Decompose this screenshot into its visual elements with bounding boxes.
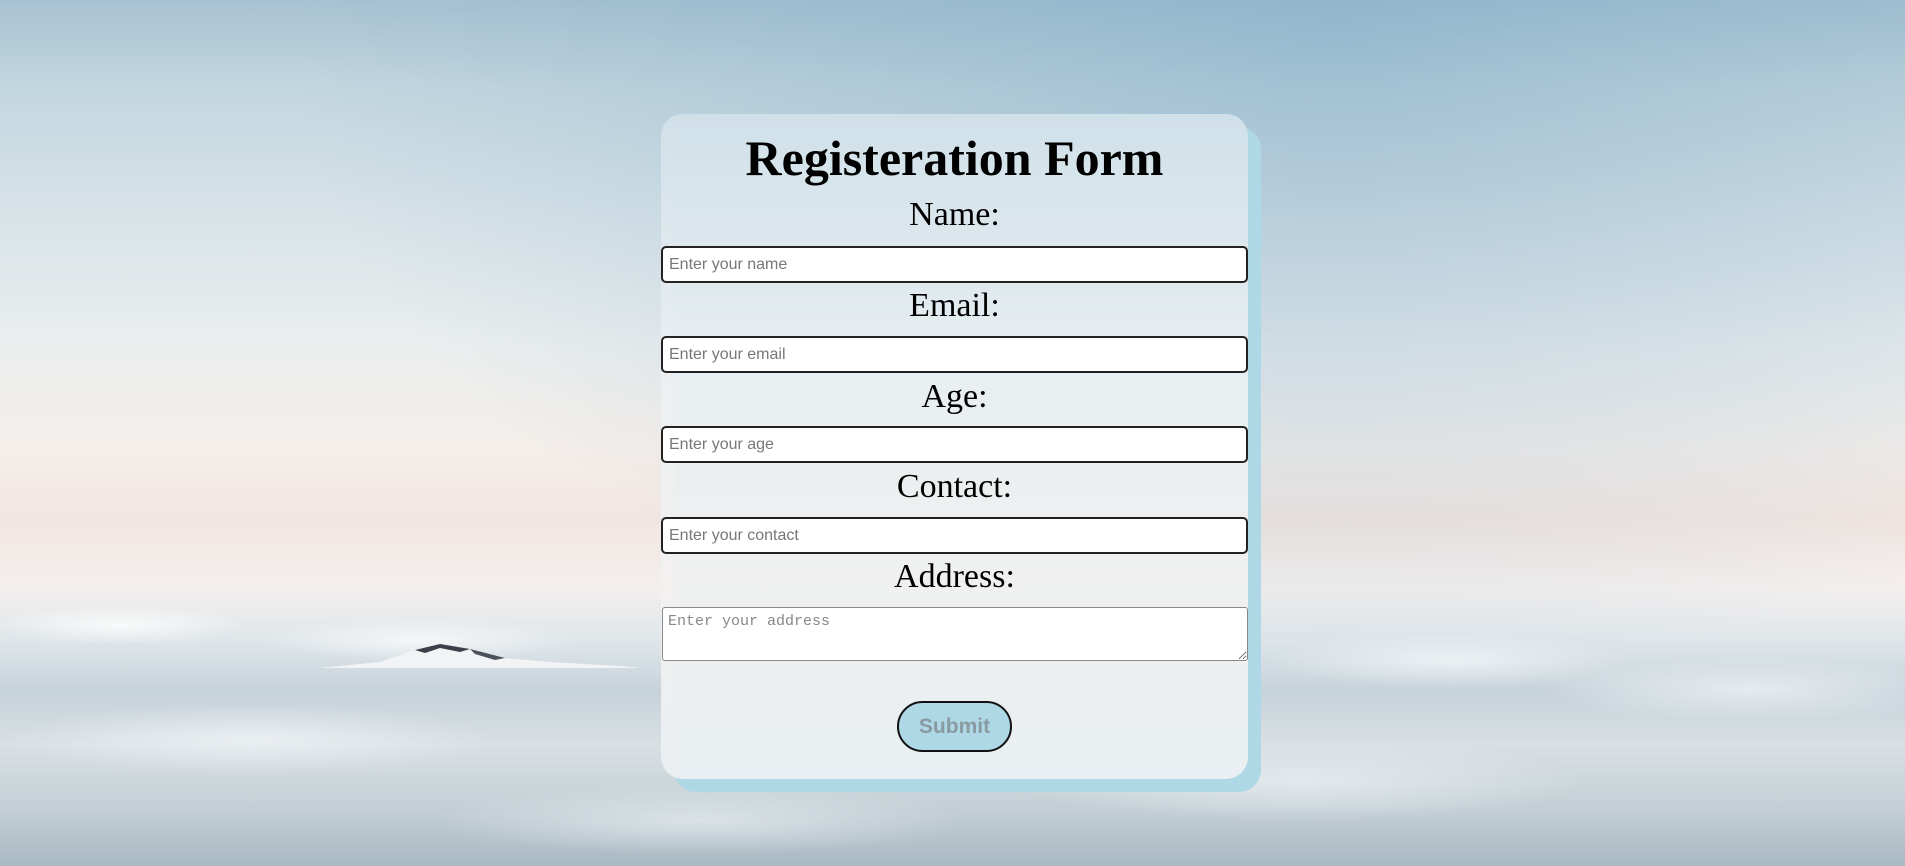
age-label: Age: bbox=[921, 378, 988, 415]
age-input[interactable] bbox=[661, 426, 1248, 463]
form-title: Registeration Form bbox=[745, 130, 1164, 186]
name-label: Name: bbox=[909, 196, 1000, 233]
address-textarea[interactable] bbox=[662, 607, 1248, 661]
name-input[interactable] bbox=[661, 246, 1248, 283]
email-label: Email: bbox=[909, 287, 1000, 324]
email-input[interactable] bbox=[661, 336, 1248, 373]
contact-label: Contact: bbox=[896, 468, 1013, 505]
registration-form: Registeration Form Name: Email: Age: Con… bbox=[661, 114, 1248, 779]
address-label: Address: bbox=[894, 558, 1015, 595]
mountain-peak-image bbox=[320, 644, 640, 668]
submit-button[interactable]: Submit bbox=[897, 701, 1012, 752]
contact-input[interactable] bbox=[661, 517, 1248, 554]
